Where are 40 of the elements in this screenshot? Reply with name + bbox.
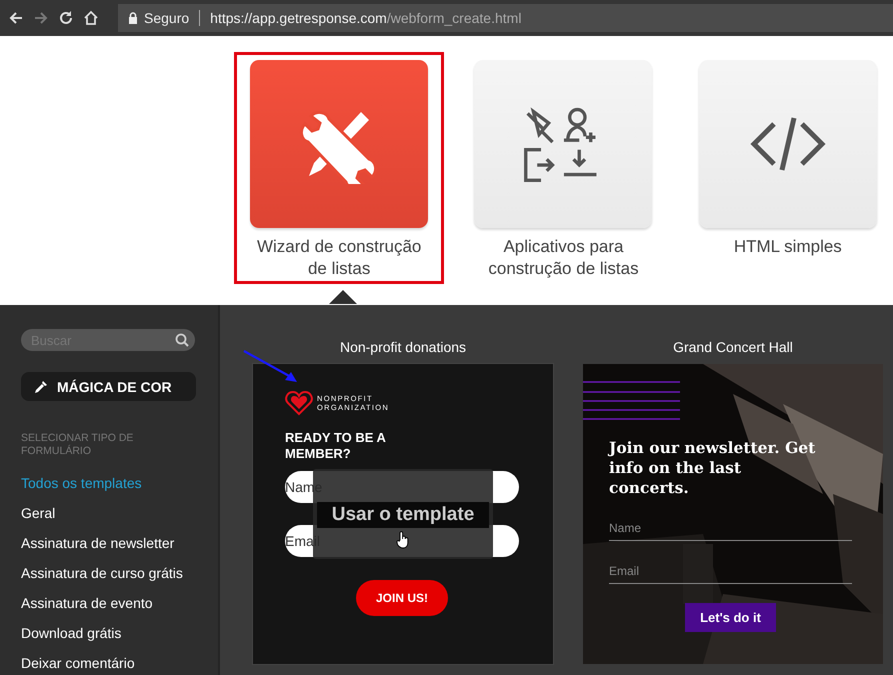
option-card[interactable]: Aplicativos para construção de listas: [458, 52, 669, 284]
address-bar[interactable]: Seguro https://app.getresponse.com/webform_create.html: [118, 4, 893, 32]
hand-cursor-icon: [396, 531, 410, 549]
reload-icon[interactable]: [58, 10, 74, 26]
template-title: Grand Concert Hall: [673, 339, 793, 357]
forward-icon[interactable]: [33, 10, 49, 26]
url-text: https://app.getresponse.com/webform_create.html: [210, 10, 522, 26]
category-link[interactable]: Assinatura de curso grátis: [21, 558, 218, 588]
email-placeholder: Email: [609, 564, 640, 578]
form-heading: READY TO BE A MEMBER?: [285, 430, 386, 462]
category-link[interactable]: Todos os templates: [21, 468, 218, 498]
name-placeholder: Name: [609, 521, 642, 535]
submit-button[interactable]: Let's do it: [685, 603, 776, 632]
use-template-label: Usar o template: [316, 502, 490, 528]
home-icon[interactable]: [83, 10, 99, 26]
lock-icon: [128, 12, 138, 24]
option-label: HTML simples: [732, 236, 843, 258]
category-link[interactable]: Assinatura de evento: [21, 588, 218, 618]
template-card[interactable]: Join our newsletter. Get info on the last concerts. Name Email Let's do it: [583, 364, 883, 664]
annotation-arrow: [243, 350, 299, 384]
category-link[interactable]: Download grátis: [21, 618, 218, 648]
option-label: Aplicativos para construção de listas: [487, 236, 640, 280]
category-link[interactable]: Assinatura de newsletter: [21, 528, 218, 558]
category-link[interactable]: Geral: [21, 498, 218, 528]
security-label: Seguro: [144, 10, 190, 26]
eyedropper-icon: [33, 378, 49, 394]
color-magic-button[interactable]: MÁGICA DE COR: [21, 372, 196, 401]
section-title: SELECIONAR TIPO DE FORMULÁRIO: [21, 432, 134, 458]
email-field[interactable]: Email: [609, 559, 852, 584]
form-heading: Join our newsletter. Get info on the last concerts.: [609, 438, 816, 498]
heart-icon: [285, 390, 313, 416]
name-field[interactable]: Name: [609, 516, 852, 541]
option-card[interactable]: HTML simples: [682, 52, 893, 284]
join-button[interactable]: JOIN US!: [356, 580, 448, 616]
template-title: Non-profit donations: [340, 339, 466, 357]
category-link[interactable]: Deixar comentário: [21, 648, 218, 675]
use-template-overlay[interactable]: Usar o template: [313, 469, 493, 559]
search-icon: [175, 333, 189, 347]
option-label: Wizard de construção de listas: [256, 236, 422, 280]
back-icon[interactable]: [8, 10, 24, 26]
